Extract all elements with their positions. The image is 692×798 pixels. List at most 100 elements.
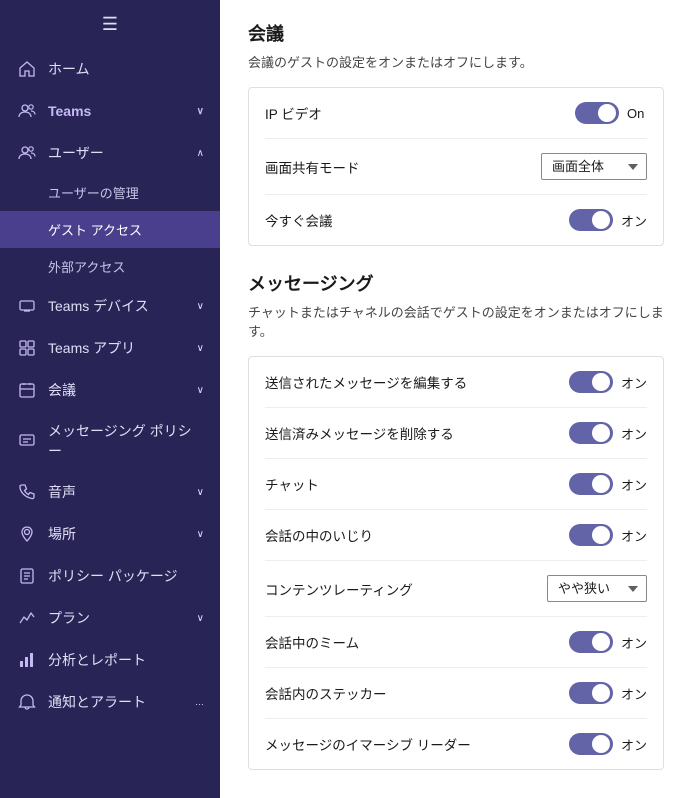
stickers-slider	[569, 682, 613, 704]
screen-share-control: 画面全体 ウィンドウ	[541, 153, 647, 180]
sidebar-item-location-label: 場所	[48, 524, 193, 544]
meet-now-slider	[569, 209, 613, 231]
ip-video-label: IP ビデオ	[265, 103, 322, 123]
delete-sent-toggle[interactable]	[569, 422, 613, 444]
memes-toggle[interactable]	[569, 631, 613, 653]
immersive-reader-value: オン	[621, 735, 647, 754]
meet-now-row: 今すぐ会議 オン	[265, 195, 647, 245]
sidebar-item-analytics[interactable]: 分析とレポート	[0, 639, 220, 681]
meetings-settings-card: IP ビデオ On 画面共有モード 画面全体 ウィンドウ 今すぐ会議	[248, 87, 664, 246]
screen-share-select[interactable]: 画面全体 ウィンドウ	[541, 153, 647, 180]
chat-row: チャット オン	[265, 459, 647, 510]
meetings-icon	[16, 379, 38, 401]
meetings-section-title: 会議	[248, 20, 664, 46]
edit-sent-toggle[interactable]	[569, 371, 613, 393]
sidebar-item-messaging-policy[interactable]: メッセージング ポリシー	[0, 411, 220, 471]
main-content: 会議 会議のゲストの設定をオンまたはオフにします。 IP ビデオ On 画面共有…	[220, 0, 692, 798]
ip-video-value: On	[627, 106, 647, 121]
sidebar-item-teams-label: Teams	[48, 103, 193, 119]
stickers-toggle[interactable]	[569, 682, 613, 704]
delete-sent-label: 送信済みメッセージを削除する	[265, 423, 454, 443]
stickers-control: オン	[569, 682, 647, 704]
edit-sent-slider	[569, 371, 613, 393]
hamburger-icon[interactable]: ☰	[102, 14, 118, 35]
voice-icon	[16, 481, 38, 503]
sidebar-item-voice[interactable]: 音声 ∨	[0, 471, 220, 513]
giphy-label: 会話の中のいじり	[265, 525, 373, 545]
messaging-section-desc: チャットまたはチャネルの会話でゲストの設定をオンまたはオフにします。	[248, 302, 664, 340]
sidebar: ☰ ホーム Teams ∨ ユーザー ∧ ユーザーの管理 ゲスト アクセス 外部…	[0, 0, 220, 798]
chat-slider	[569, 473, 613, 495]
notifications-icon	[16, 691, 38, 713]
edit-sent-value: オン	[621, 373, 647, 392]
ip-video-control: On	[575, 102, 647, 124]
sidebar-item-analytics-label: 分析とレポート	[48, 650, 204, 670]
ip-video-toggle[interactable]	[575, 102, 619, 124]
plan-icon	[16, 607, 38, 629]
chat-label: チャット	[265, 474, 319, 494]
sidebar-item-plan[interactable]: プラン ∨	[0, 597, 220, 639]
ip-video-slider	[575, 102, 619, 124]
giphy-row: 会話の中のいじり オン	[265, 510, 647, 561]
sidebar-subitem-external-access[interactable]: 外部アクセス	[0, 248, 220, 285]
apps-icon	[16, 337, 38, 359]
giphy-control: オン	[569, 524, 647, 546]
meetings-chevron-icon: ∨	[197, 385, 204, 396]
sidebar-item-voice-label: 音声	[48, 482, 193, 502]
users-chevron-icon: ∧	[197, 148, 204, 159]
content-rating-select[interactable]: やや狭い 中程度 広い	[547, 575, 647, 602]
sidebar-item-users[interactable]: ユーザー ∧	[0, 132, 220, 174]
sidebar-item-teams-apps[interactable]: Teams アプリ ∨	[0, 327, 220, 369]
messaging-settings-card: 送信されたメッセージを編集する オン 送信済みメッセージを削除する オン	[248, 356, 664, 770]
sidebar-subitem-user-management[interactable]: ユーザーの管理	[0, 174, 220, 211]
sidebar-item-notifications-label: 通知とアラート	[48, 692, 191, 712]
teams-chevron-icon: ∨	[197, 106, 204, 117]
sidebar-item-plan-label: プラン	[48, 608, 193, 628]
meet-now-toggle[interactable]	[569, 209, 613, 231]
sidebar-item-teams-devices[interactable]: Teams デバイス ∨	[0, 285, 220, 327]
meet-now-label: 今すぐ会議	[265, 210, 333, 230]
sidebar-item-meetings[interactable]: 会議 ∨	[0, 369, 220, 411]
sidebar-item-teams[interactable]: Teams ∨	[0, 90, 220, 132]
chat-toggle[interactable]	[569, 473, 613, 495]
stickers-row: 会話内のステッカー オン	[265, 668, 647, 719]
location-icon	[16, 523, 38, 545]
giphy-toggle[interactable]	[569, 524, 613, 546]
memes-value: オン	[621, 633, 647, 652]
sidebar-item-notifications[interactable]: 通知とアラート …	[0, 681, 220, 723]
teams-icon	[16, 100, 38, 122]
immersive-reader-control: オン	[569, 733, 647, 755]
immersive-reader-row: メッセージのイマーシブ リーダー オン	[265, 719, 647, 769]
immersive-reader-slider	[569, 733, 613, 755]
voice-chevron-icon: ∨	[197, 487, 204, 498]
notifications-chevron-icon: …	[195, 697, 204, 707]
messaging-section-title: メッセージング	[248, 270, 664, 296]
user-management-label: ユーザーの管理	[48, 183, 139, 202]
content-rating-control: やや狭い 中程度 広い	[547, 575, 647, 602]
memes-slider	[569, 631, 613, 653]
policy-icon	[16, 565, 38, 587]
external-access-label: 外部アクセス	[48, 257, 125, 276]
plan-chevron-icon: ∨	[197, 613, 204, 624]
immersive-reader-toggle[interactable]	[569, 733, 613, 755]
giphy-slider	[569, 524, 613, 546]
chat-value: オン	[621, 475, 647, 494]
meetings-section-desc: 会議のゲストの設定をオンまたはオフにします。	[248, 52, 664, 71]
sidebar-item-policy-packages[interactable]: ポリシー パッケージ	[0, 555, 220, 597]
footer-actions: Save 破棄	[248, 794, 664, 798]
analytics-icon	[16, 649, 38, 671]
delete-sent-control: オン	[569, 422, 647, 444]
sidebar-item-location[interactable]: 場所 ∨	[0, 513, 220, 555]
sidebar-item-teams-devices-label: Teams デバイス	[48, 296, 193, 316]
devices-icon	[16, 295, 38, 317]
users-icon	[16, 142, 38, 164]
memes-control: オン	[569, 631, 647, 653]
memes-row: 会話中のミーム オン	[265, 617, 647, 668]
sidebar-subitem-guest-access[interactable]: ゲスト アクセス	[0, 211, 220, 248]
delete-sent-row: 送信済みメッセージを削除する オン	[265, 408, 647, 459]
sidebar-item-messaging-policy-label: メッセージング ポリシー	[48, 421, 204, 461]
ip-video-row: IP ビデオ On	[265, 88, 647, 139]
sidebar-item-meetings-label: 会議	[48, 380, 193, 400]
sidebar-item-home[interactable]: ホーム	[0, 48, 220, 90]
stickers-label: 会話内のステッカー	[265, 683, 387, 703]
